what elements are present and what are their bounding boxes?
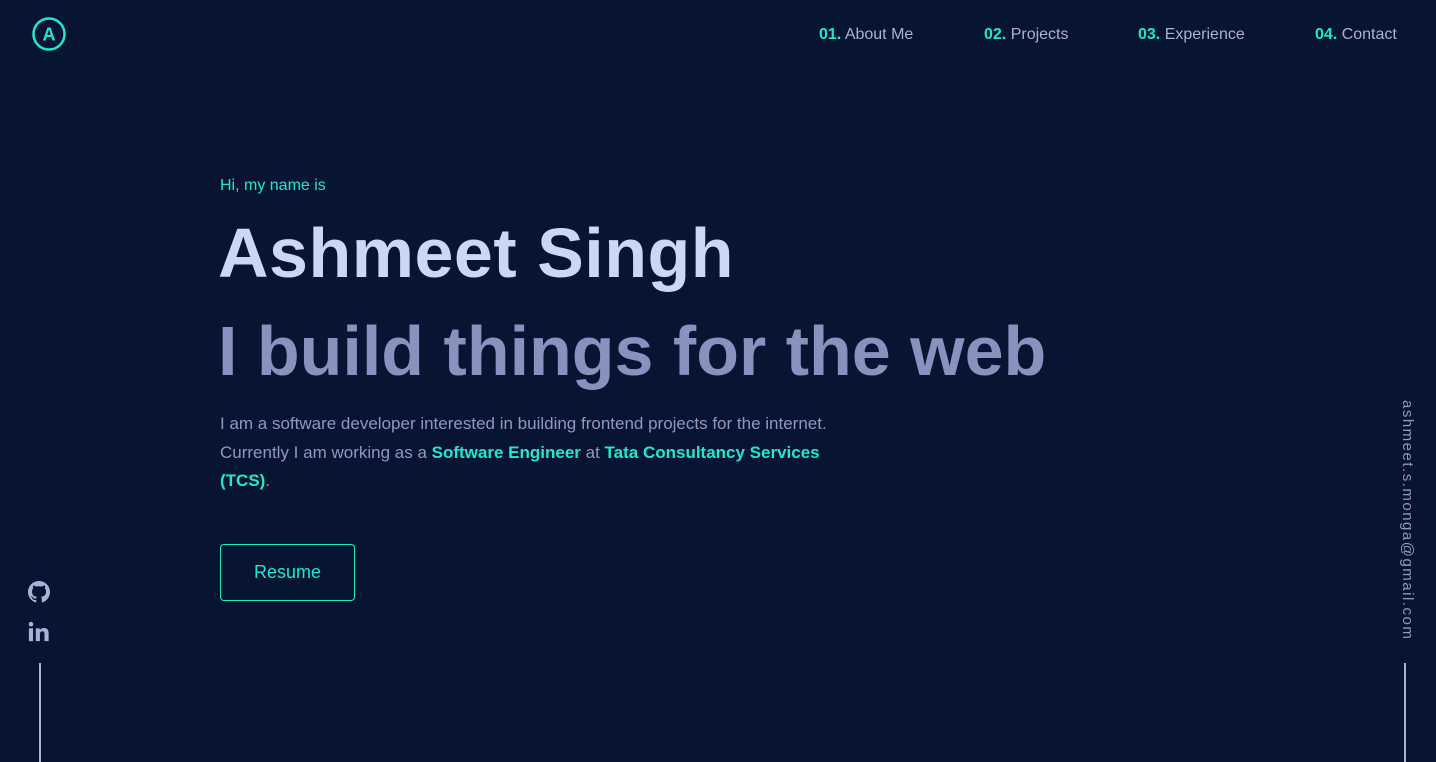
left-rail-line bbox=[39, 663, 41, 762]
desc-text: . bbox=[265, 471, 271, 490]
linkedin-icon[interactable] bbox=[28, 621, 50, 643]
nav-label: Experience bbox=[1164, 26, 1245, 43]
resume-button[interactable]: Resume bbox=[220, 544, 355, 601]
nav-number: 03. bbox=[1138, 26, 1161, 43]
role-highlight: Software Engineer bbox=[431, 442, 581, 462]
github-icon[interactable] bbox=[28, 581, 50, 603]
nav-label: Projects bbox=[1010, 26, 1069, 43]
hero-tagline: I build things for the web bbox=[218, 312, 1047, 390]
hero-name: Ashmeet Singh bbox=[218, 214, 735, 292]
nav-item-contact[interactable]: 04. Contact bbox=[1315, 24, 1397, 46]
nav-number: 04. bbox=[1315, 26, 1338, 43]
email-link[interactable]: ashmeet.s.monga@gmail.com bbox=[1394, 400, 1416, 642]
hero-description: I am a software developer interested in … bbox=[220, 410, 830, 496]
nav-item-about-me[interactable]: 01. About Me bbox=[819, 24, 913, 46]
nav-label: About Me bbox=[844, 26, 914, 43]
right-rail-line bbox=[1404, 663, 1406, 762]
main-nav: 01. About Me 02. Projects 03. Experience… bbox=[0, 24, 1436, 46]
desc-text: at bbox=[580, 442, 605, 462]
nav-label: Contact bbox=[1341, 26, 1397, 43]
nav-number: 02. bbox=[984, 26, 1007, 43]
nav-number: 01. bbox=[819, 26, 842, 43]
portfolio-page: A 01. About Me 02. Projects 03. Experien… bbox=[0, 0, 1436, 762]
social-links bbox=[28, 581, 52, 661]
hero-intro: Hi, my name is bbox=[220, 177, 326, 194]
nav-item-projects[interactable]: 02. Projects bbox=[984, 24, 1069, 46]
nav-item-experience[interactable]: 03. Experience bbox=[1138, 24, 1245, 46]
